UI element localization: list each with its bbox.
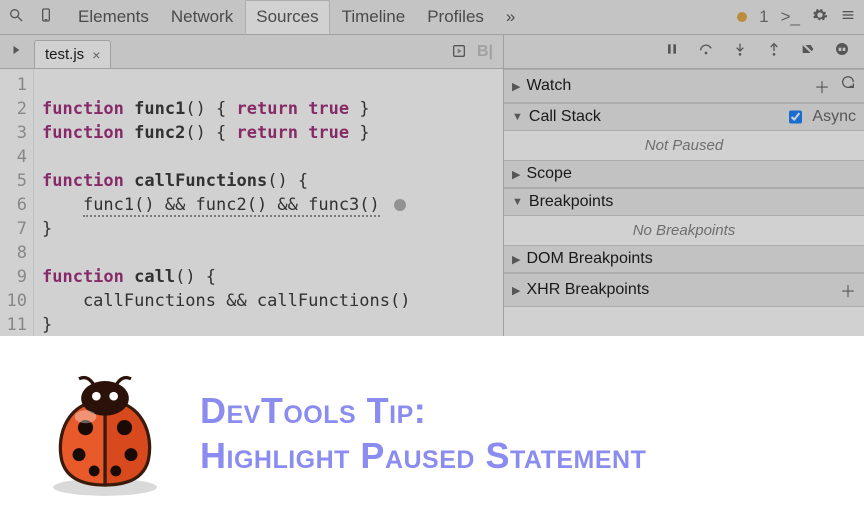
async-checkbox[interactable] [789,108,802,126]
section-scope[interactable]: ▶ Scope [504,160,864,188]
sources-pane: test.js × B| 1234567891011 function func… [0,35,504,337]
warning-count[interactable]: 1 [759,7,768,27]
chevron-down-icon: ▼ [512,196,523,208]
pause-on-exceptions-icon[interactable] [834,41,850,62]
watch-label: Watch [526,77,571,95]
chevron-right-icon: ▶ [512,284,520,297]
code-body[interactable]: function func1() { return true }function… [34,69,503,337]
run-snippet-icon[interactable] [451,43,467,64]
xhr-bp-label: XHR Breakpoints [526,281,649,299]
show-navigator-icon[interactable] [6,39,28,68]
line-gutter: 1234567891011 [0,69,34,337]
async-label: Async [812,108,856,126]
scope-label: Scope [526,165,571,183]
refresh-icon[interactable] [840,74,856,98]
chevron-right-icon: ▶ [512,168,520,181]
tab-overflow[interactable]: » [496,1,525,33]
chevron-right-icon: ▶ [512,80,520,93]
drawer-icon[interactable] [840,7,856,28]
tip-line1: DevTools Tip: [200,388,646,433]
section-dom-breakpoints[interactable]: ▶ DOM Breakpoints [504,245,864,273]
panel-tabs: Elements Network Sources Timeline Profil… [68,0,525,34]
devtools-toolbar: Elements Network Sources Timeline Profil… [0,0,864,35]
debugger-sidebar: ▶ Watch ＋ ▼ Call Stack Async Not Paused [504,35,864,337]
file-tab-label: test.js [45,46,84,63]
step-into-icon[interactable] [732,41,748,62]
gear-icon[interactable] [812,7,828,28]
chevron-right-icon: ▶ [512,253,520,266]
close-icon[interactable]: × [92,47,100,63]
device-icon[interactable] [38,7,54,28]
step-out-icon[interactable] [766,41,782,62]
deactivate-breakpoints-icon[interactable] [800,41,816,62]
tab-elements[interactable]: Elements [68,1,159,33]
section-call-stack[interactable]: ▼ Call Stack Async [504,103,864,131]
tab-timeline[interactable]: Timeline [332,1,416,33]
file-tab-testjs[interactable]: test.js × [34,40,111,68]
tip-text: DevTools Tip: Highlight Paused Statement [200,388,646,478]
debugger-toolbar [504,35,864,69]
tip-banner: DevTools Tip: Highlight Paused Statement [0,336,864,530]
call-stack-status: Not Paused [504,131,864,160]
tab-profiles[interactable]: Profiles [417,1,494,33]
ladybug-icon [40,368,170,498]
code-editor[interactable]: 1234567891011 function func1() { return … [0,69,503,337]
section-breakpoints[interactable]: ▼ Breakpoints [504,188,864,216]
breakpoints-label: Breakpoints [529,193,614,211]
breakpoints-status: No Breakpoints [504,216,864,245]
pause-icon[interactable] [664,41,680,62]
chevron-down-icon: ▼ [512,111,523,123]
step-over-icon[interactable] [698,41,714,62]
console-toggle[interactable]: >_ [781,7,800,27]
toggle-icon[interactable]: B| [477,43,493,64]
add-xhr-bp-icon[interactable]: ＋ [840,278,856,302]
add-watch-icon[interactable]: ＋ [814,74,830,98]
tab-network[interactable]: Network [161,1,243,33]
call-stack-label: Call Stack [529,108,601,126]
dom-bp-label: DOM Breakpoints [526,250,652,268]
warning-dot-icon [737,12,747,22]
tab-sources[interactable]: Sources [245,0,329,34]
editor-tabstrip: test.js × B| [0,35,503,69]
tip-line2: Highlight Paused Statement [200,433,646,478]
search-icon[interactable] [8,7,24,28]
section-xhr-breakpoints[interactable]: ▶ XHR Breakpoints ＋ [504,273,864,307]
section-watch[interactable]: ▶ Watch ＋ [504,69,864,103]
